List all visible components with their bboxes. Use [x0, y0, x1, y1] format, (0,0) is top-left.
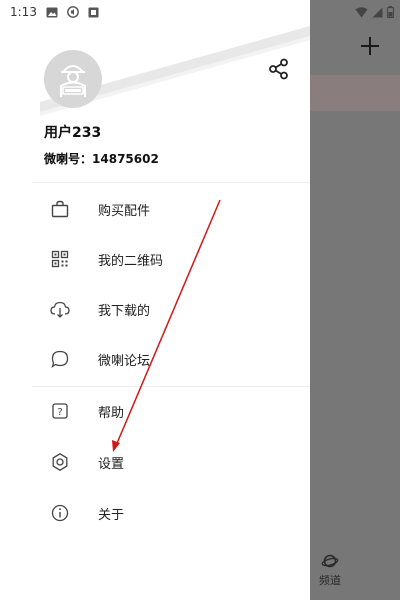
- menu-item-buy-accessories[interactable]: 购买配件: [0, 189, 310, 229]
- menu-item-about[interactable]: 关于: [0, 493, 310, 533]
- share-button[interactable]: [265, 55, 293, 83]
- shopping-bag-icon: [48, 197, 72, 221]
- cloud-download-icon: [48, 297, 72, 321]
- menu-item-label: 帮助: [98, 405, 125, 421]
- menu-item-label: 购买配件: [98, 203, 151, 219]
- gallery-notification-icon: [46, 7, 58, 18]
- username: 用户233: [44, 125, 102, 141]
- cell-signal-icon: [372, 7, 383, 18]
- divider: [32, 182, 310, 183]
- screen: 频道 1:13 用户233 微喇号：14875602 购买配件 我的二维码 我下…: [0, 0, 400, 600]
- add-button[interactable]: [352, 28, 388, 64]
- wifi-icon: [355, 6, 368, 18]
- menu-item-weila-forum[interactable]: 微喇论坛: [0, 339, 310, 379]
- menu-item-my-downloads[interactable]: 我下载的: [0, 289, 310, 329]
- menu-item-label: 关于: [98, 507, 125, 523]
- background-highlight-band: [310, 75, 400, 111]
- weila-id-value: 14875602: [92, 152, 159, 166]
- weila-id: 微喇号：14875602: [44, 150, 159, 167]
- qr-code-icon: [48, 247, 72, 271]
- divider: [32, 386, 310, 387]
- user-avatar[interactable]: [44, 50, 102, 108]
- settings-icon: [48, 450, 72, 474]
- status-time: 1:13: [10, 5, 37, 19]
- menu-item-settings[interactable]: 设置: [0, 442, 310, 482]
- share-icon: [269, 58, 288, 80]
- menu-item-label: 我的二维码: [98, 253, 164, 269]
- default-user-icon: [60, 65, 86, 97]
- navigation-drawer: 用户233 微喇号：14875602 购买配件 我的二维码 我下载的 微喇论坛 …: [0, 0, 310, 600]
- menu-item-my-qr-code[interactable]: 我的二维码: [0, 239, 310, 279]
- audio-notification-icon: [67, 6, 79, 18]
- plus-icon: [361, 37, 379, 55]
- menu-item-help[interactable]: ? 帮助: [0, 391, 310, 431]
- help-icon: ?: [48, 399, 72, 423]
- tab-channel[interactable]: 频道: [310, 552, 350, 600]
- info-icon: [48, 501, 72, 525]
- app-notification-icon: [88, 7, 99, 18]
- status-bar: 1:13: [0, 0, 400, 24]
- menu-item-label: 我下载的: [98, 303, 151, 319]
- menu-item-label: 设置: [98, 456, 125, 472]
- svg-text:?: ?: [57, 407, 62, 418]
- battery-icon: [387, 6, 394, 18]
- channel-planet-icon: [321, 554, 339, 568]
- menu-item-label: 微喇论坛: [98, 353, 151, 369]
- tab-channel-label: 频道: [319, 574, 341, 587]
- weila-id-label: 微喇号：: [44, 152, 93, 166]
- chat-bubble-icon: [48, 347, 72, 371]
